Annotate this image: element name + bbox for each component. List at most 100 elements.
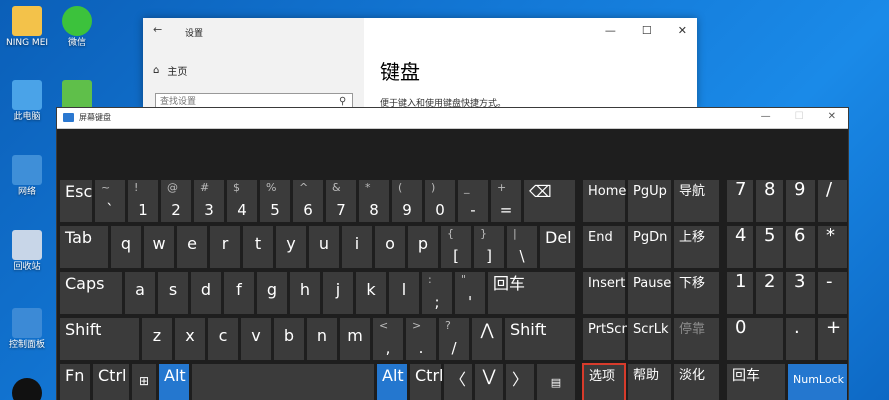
- key-menu[interactable]: ▤: [536, 363, 576, 400]
- key-prtscn[interactable]: PrtScn: [582, 317, 630, 361]
- key-semicolon[interactable]: :;: [421, 271, 453, 315]
- key-4[interactable]: $4: [226, 179, 258, 223]
- key-backslash[interactable]: | \: [506, 225, 538, 269]
- key-comma[interactable]: <,: [372, 317, 404, 361]
- desktop-icon-wechat[interactable]: 微信: [50, 6, 104, 49]
- key-1[interactable]: ! 1: [127, 179, 159, 223]
- key-help[interactable]: 帮助: [627, 363, 672, 400]
- key-end[interactable]: End: [582, 225, 626, 269]
- close-icon[interactable]: ✕: [828, 111, 836, 122]
- key-tab[interactable]: Tab: [59, 225, 109, 269]
- desktop-icon-computer[interactable]: 此电脑: [0, 80, 54, 123]
- key-s[interactable]: s: [157, 271, 189, 315]
- desktop-icon-recycle[interactable]: 回收站: [0, 230, 54, 273]
- key-f[interactable]: f: [223, 271, 255, 315]
- key-move-down[interactable]: 下移: [673, 271, 720, 315]
- key-8[interactable]: * 8: [358, 179, 390, 223]
- key-slash[interactable]: ? /: [438, 317, 470, 361]
- key-e[interactable]: e: [176, 225, 208, 269]
- desktop-icon-control-panel[interactable]: 控制面板: [0, 308, 54, 351]
- key-left-bracket[interactable]: {[: [440, 225, 472, 269]
- key-backtick[interactable]: ~ `: [94, 179, 126, 223]
- key-right-bracket[interactable]: }]: [473, 225, 505, 269]
- key-u[interactable]: u: [308, 225, 340, 269]
- key-9[interactable]: (9: [391, 179, 423, 223]
- key-b[interactable]: b: [273, 317, 305, 361]
- key-numpad-7[interactable]: 7: [726, 179, 754, 223]
- key-nav[interactable]: 导航: [673, 179, 720, 223]
- key-period[interactable]: >.: [405, 317, 437, 361]
- key-numpad-5[interactable]: 5: [755, 225, 784, 269]
- key-move-up[interactable]: 上移: [673, 225, 720, 269]
- desktop-icon-qq[interactable]: [0, 378, 54, 400]
- key-0[interactable]: ) 0: [424, 179, 456, 223]
- key-j[interactable]: j: [322, 271, 354, 315]
- key-k[interactable]: k: [355, 271, 387, 315]
- key-a[interactable]: a: [124, 271, 156, 315]
- key-h[interactable]: h: [289, 271, 321, 315]
- key-ctrl-left[interactable]: Ctrl: [92, 363, 130, 400]
- key-numpad-divide[interactable]: /: [817, 179, 848, 223]
- key-space[interactable]: [191, 363, 375, 400]
- key-numpad-minus[interactable]: -: [817, 271, 848, 315]
- key-y[interactable]: y: [275, 225, 307, 269]
- key-numpad-enter[interactable]: 回车: [726, 363, 786, 400]
- search-icon[interactable]: ⚲: [339, 96, 346, 107]
- key-backspace[interactable]: ⌫: [523, 179, 576, 223]
- key-numpad-8[interactable]: 8: [755, 179, 784, 223]
- key-options[interactable]: 选项: [582, 363, 626, 400]
- key-fade[interactable]: 淡化: [673, 363, 720, 400]
- key-scrlk[interactable]: ScrLk: [627, 317, 672, 361]
- key-right-arrow[interactable]: 〉: [505, 363, 535, 400]
- minimize-icon[interactable]: —: [761, 111, 771, 122]
- key-c[interactable]: c: [207, 317, 239, 361]
- key-m[interactable]: m: [339, 317, 371, 361]
- key-w[interactable]: w: [143, 225, 175, 269]
- key-l[interactable]: l: [388, 271, 420, 315]
- desktop-icon-user[interactable]: NING MEI: [0, 6, 54, 49]
- key-6[interactable]: ^ 6: [292, 179, 324, 223]
- key-numpad-2[interactable]: 2: [755, 271, 784, 315]
- key-dock[interactable]: 停靠: [673, 317, 720, 361]
- key-alt-left[interactable]: Alt: [158, 363, 190, 400]
- key-t[interactable]: t: [242, 225, 274, 269]
- key-up-arrow[interactable]: ⋀: [471, 317, 503, 361]
- key-numlock[interactable]: NumLock: [787, 363, 848, 400]
- key-shift-left[interactable]: Shift: [59, 317, 140, 361]
- settings-home-link[interactable]: ⌂ 主页: [153, 63, 187, 78]
- key-d[interactable]: d: [190, 271, 222, 315]
- key-left-arrow[interactable]: 〈: [443, 363, 473, 400]
- key-down-arrow[interactable]: ⋁: [474, 363, 504, 400]
- key-shift-right[interactable]: Shift: [504, 317, 576, 361]
- key-numpad-9[interactable]: 9: [785, 179, 816, 223]
- maximize-icon[interactable]: ☐: [642, 24, 652, 37]
- key-i[interactable]: i: [341, 225, 373, 269]
- key-z[interactable]: z: [141, 317, 173, 361]
- key-enter[interactable]: 回车: [487, 271, 576, 315]
- key-v[interactable]: v: [240, 317, 272, 361]
- key-7[interactable]: & 7: [325, 179, 357, 223]
- close-icon[interactable]: ✕: [678, 24, 687, 37]
- key-alt-right[interactable]: Alt: [376, 363, 408, 400]
- key-numpad-1[interactable]: 1: [726, 271, 754, 315]
- key-numpad-plus[interactable]: +: [817, 317, 848, 361]
- key-del[interactable]: Del: [539, 225, 576, 269]
- back-arrow-icon[interactable]: ←: [153, 23, 162, 36]
- minimize-icon[interactable]: —: [605, 24, 616, 37]
- key-equals[interactable]: + =: [490, 179, 522, 223]
- key-n[interactable]: n: [306, 317, 338, 361]
- key-g[interactable]: g: [256, 271, 288, 315]
- key-r[interactable]: r: [209, 225, 241, 269]
- key-5[interactable]: % 5: [259, 179, 291, 223]
- key-3[interactable]: #3: [193, 179, 225, 223]
- key-home[interactable]: Home: [582, 179, 626, 223]
- key-fn[interactable]: Fn: [59, 363, 91, 400]
- key-insert[interactable]: Insert: [582, 271, 626, 315]
- key-numpad-6[interactable]: 6: [785, 225, 816, 269]
- key-o[interactable]: o: [374, 225, 406, 269]
- key-numpad-multiply[interactable]: *: [817, 225, 848, 269]
- key-numpad-3[interactable]: 3: [785, 271, 816, 315]
- key-p[interactable]: p: [407, 225, 439, 269]
- key-windows[interactable]: ⊞: [131, 363, 157, 400]
- key-q[interactable]: q: [110, 225, 142, 269]
